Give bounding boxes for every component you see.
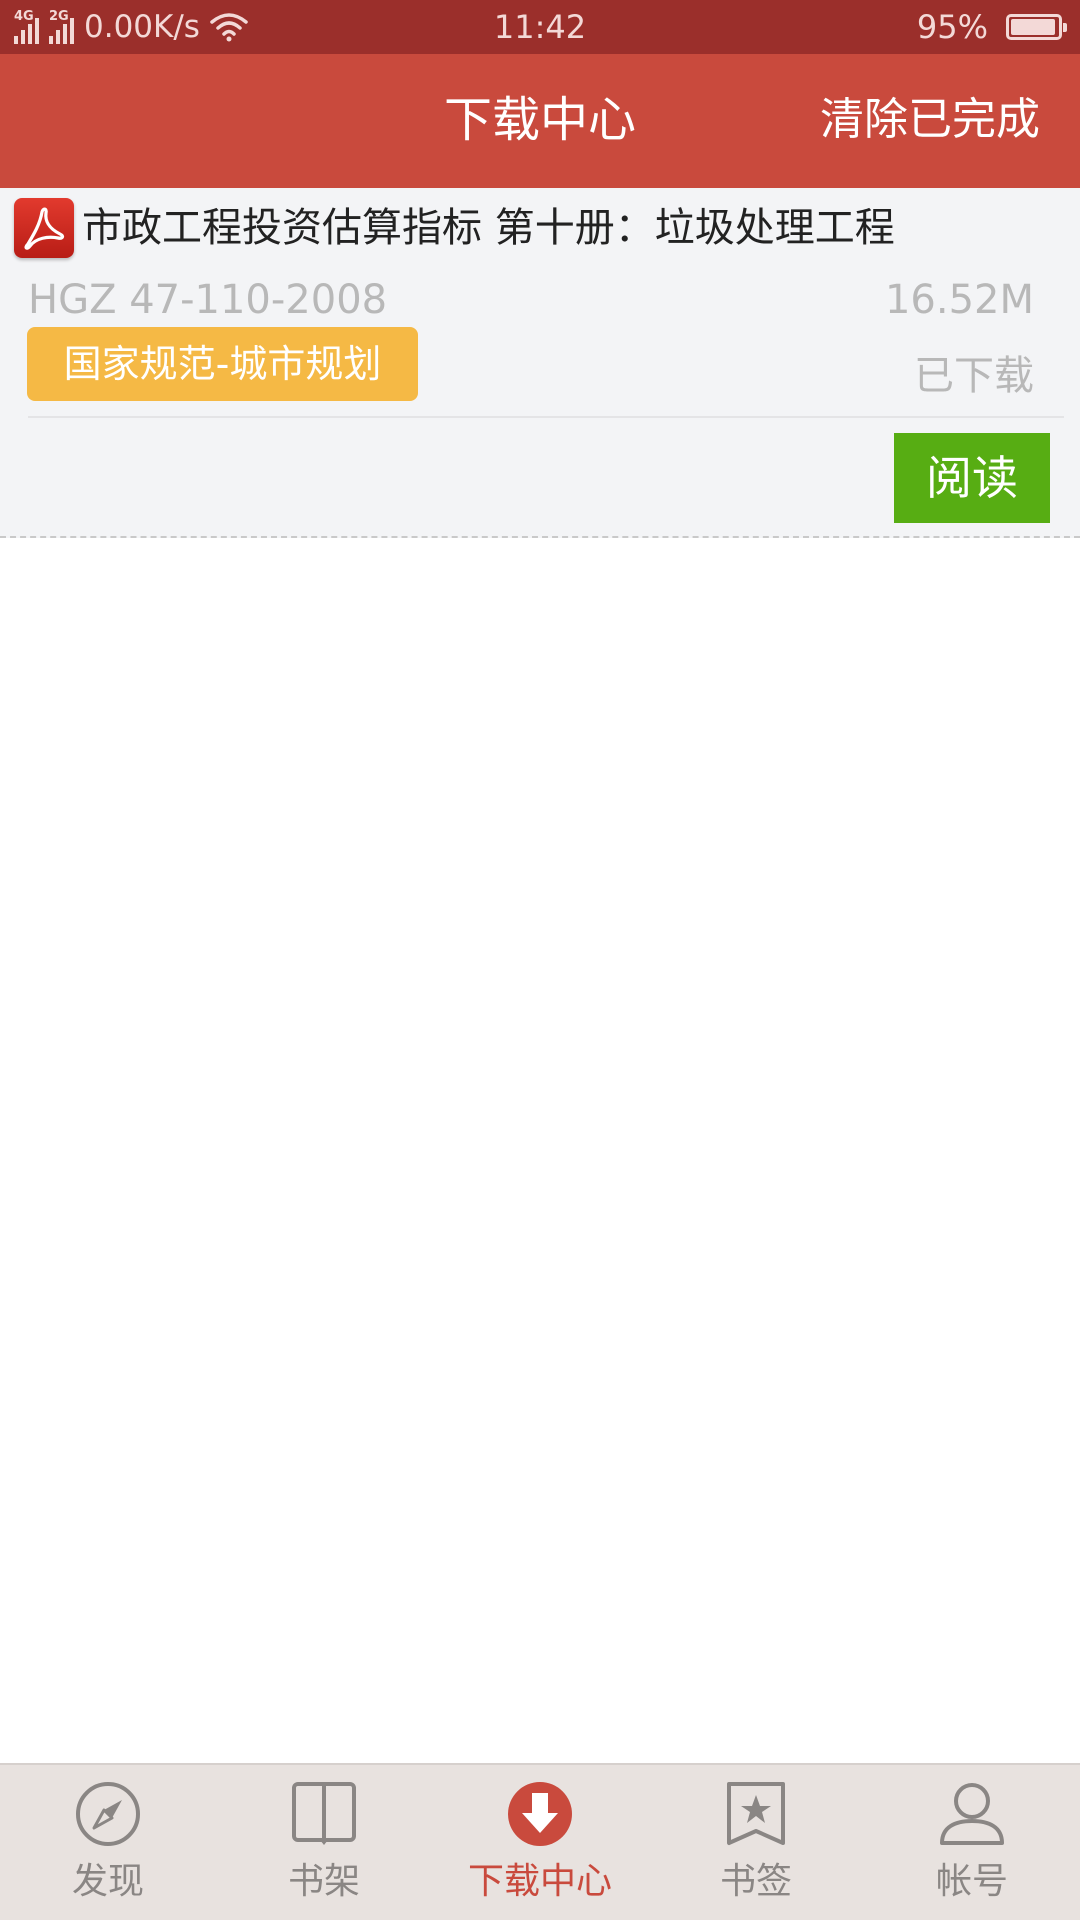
item-size: 16.52M: [884, 277, 1034, 323]
item-code: HGZ 47-110-2008: [28, 277, 388, 323]
clear-completed-button[interactable]: 清除已完成: [820, 92, 1040, 148]
user-icon: [940, 1783, 1004, 1845]
status-bar: 4G 2G 0.00K/s 11:42 95%: [0, 0, 1080, 54]
nav-item-account[interactable]: 帐号: [864, 1765, 1080, 1920]
item-title: 市政工程投资估算指标 第十册：垃圾处理工程: [82, 205, 895, 251]
divider: [28, 416, 1064, 418]
download-item[interactable]: 市政工程投资估算指标 第十册：垃圾处理工程 HGZ 47-110-2008 16…: [0, 188, 1080, 538]
bookmark-icon: [727, 1782, 785, 1845]
battery-fill: [1011, 19, 1055, 35]
status-right: 95%: [916, 8, 1067, 46]
nav-item-bookshelf[interactable]: 书架: [216, 1765, 432, 1920]
nav-item-discover[interactable]: 发现: [0, 1765, 216, 1920]
read-button[interactable]: 阅读: [894, 433, 1050, 523]
battery-icon: [1006, 14, 1067, 40]
title-bar: 下载中心 清除已完成: [0, 54, 1080, 188]
nav-label: 帐号: [935, 1861, 1008, 1902]
nav-item-bookmarks[interactable]: 书签: [648, 1765, 864, 1920]
pdf-icon: [14, 198, 74, 258]
book-icon: [292, 1782, 356, 1845]
download-status: 已下载: [914, 353, 1034, 399]
nav-label: 下载中心: [467, 1861, 612, 1902]
nav-label: 书签: [719, 1861, 792, 1902]
compass-icon: [76, 1782, 140, 1846]
battery-percent: 95%: [916, 8, 988, 46]
bottom-nav: 发现 书架 下载中心 书签 帐号: [0, 1763, 1080, 1920]
nav-label: 发现: [71, 1861, 144, 1902]
download-icon: [508, 1782, 572, 1846]
nav-label: 书架: [287, 1861, 360, 1902]
nav-item-download-center[interactable]: 下载中心: [432, 1765, 648, 1920]
category-badge: 国家规范-城市规划: [27, 327, 418, 401]
